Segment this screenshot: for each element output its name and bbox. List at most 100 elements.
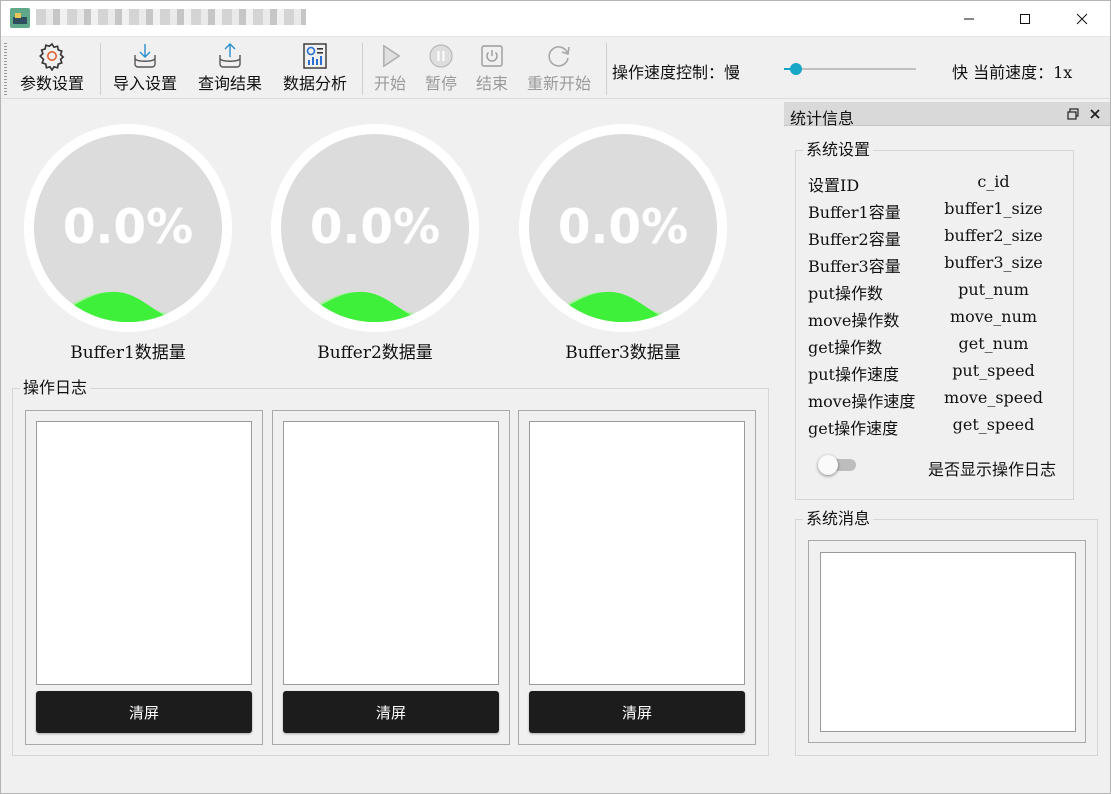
stats-dock-title: 统计信息 [790,109,855,128]
system-settings-title: 系统设置 [803,141,874,159]
buffer1-label: Buffer1数据量 [70,343,186,363]
settings-button[interactable]: 参数设置 [20,41,84,97]
clear-log-button-3[interactable]: 清屏 [529,691,745,733]
buffer2-percent: 0.0% [309,200,441,255]
speed-slider-handle[interactable] [790,63,802,75]
stat-row: move操作速度 move_speed [808,388,1078,412]
toolbar-grip[interactable] [4,43,7,95]
close-button[interactable] [1053,0,1111,37]
stat-row: put操作速度 put_speed [808,361,1078,385]
stat-row: move操作数 move_num [808,307,1078,331]
stat-row: get操作数 get_num [808,334,1078,358]
minimize-button[interactable] [940,0,998,37]
stat-value: c_id [977,172,1010,191]
toolbar: 参数设置 导入设置 查询结果 数据分析 开始 暂停 结束 重新开始 操作速度控制… [0,37,1111,99]
stat-value: move_speed [944,388,1043,407]
log-textbox-2[interactable] [283,421,499,685]
stat-value: put_speed [952,361,1035,380]
stat-key: move操作数 [808,311,900,330]
operation-log-title: 操作日志 [20,379,91,397]
import-settings-button[interactable]: 导入设置 [113,41,177,97]
restart-icon [548,46,570,67]
stat-row: Buffer1容量 buffer1_size [808,199,1078,223]
pause-label: 暂停 [425,74,458,93]
start-button[interactable]: 开始 [374,41,406,97]
speed-slider[interactable] [784,63,916,75]
maximize-icon [1020,13,1030,24]
stat-value: move_num [949,307,1038,326]
end-button[interactable]: 结束 [476,41,508,97]
clear-log-button-1[interactable]: 清屏 [36,691,252,733]
stat-row: Buffer2容量 buffer2_size [808,226,1078,250]
window-title [36,9,306,25]
stat-key: move操作速度 [808,392,916,411]
query-results-button[interactable]: 查询结果 [198,41,262,97]
analytics-icon [303,43,327,69]
clear-log-button-2[interactable]: 清屏 [283,691,499,733]
log-panel-2: 清屏 [272,410,510,745]
stat-key: Buffer3容量 [808,257,901,276]
pause-button[interactable]: 暂停 [425,41,457,97]
stat-key: put操作速度 [808,365,899,384]
system-messages-title: 系统消息 [803,510,874,528]
stat-value: get_num [958,334,1029,353]
speed-control-label: 操作速度控制：慢 [612,63,741,82]
buffer1-gauge: 0.0% Buffer1数据量 [22,122,234,363]
log-panel-1: 清屏 [25,410,263,745]
buffer1-percent: 0.0% [62,200,194,255]
stat-value: get_speed [952,415,1035,434]
stat-key: get操作数 [808,338,883,357]
buffer2-gauge: 0.0% Buffer2数据量 [269,122,481,363]
play-icon [383,44,401,68]
stat-value: buffer2_size [944,226,1043,245]
pause-icon [429,44,453,68]
stat-row: get操作速度 get_speed [808,415,1078,439]
stat-key: put操作数 [808,284,883,303]
system-messages-textbox[interactable] [820,552,1076,732]
toolbar-separator [362,43,363,95]
toolbar-separator [606,43,607,95]
dock-close-icon[interactable] [1087,106,1103,122]
stat-row: put操作数 put_num [808,280,1078,304]
import-settings-label: 导入设置 [113,74,178,93]
stat-key: Buffer1容量 [808,203,901,222]
stat-value: buffer3_size [944,253,1043,272]
gear-icon [39,42,65,71]
buffer2-label: Buffer2数据量 [317,343,433,363]
restart-button[interactable]: 重新开始 [527,41,591,97]
stat-value: buffer1_size [944,199,1043,218]
stat-value: put_num [958,280,1029,299]
import-icon [134,44,156,68]
settings-button-label: 参数设置 [20,74,85,93]
app-icon [10,8,30,28]
buffer3-percent: 0.0% [557,200,689,255]
export-icon [219,43,241,68]
stop-icon [481,45,503,67]
log-textbox-3[interactable] [529,421,745,685]
stats-dock-titlebar[interactable]: 统计信息 [784,102,1111,128]
toolbar-separator [100,43,101,95]
close-icon [1076,13,1088,24]
stat-key: 设置ID [808,176,860,195]
float-window-icon[interactable] [1066,107,1080,121]
current-speed-label: 快 当前速度：1x [952,63,1073,82]
restart-label: 重新开始 [527,74,592,93]
show-log-toggle[interactable] [818,455,858,475]
stat-row: Buffer3容量 buffer3_size [808,253,1078,277]
log-panel-3: 清屏 [518,410,756,745]
minimize-icon [964,18,974,19]
maximize-button[interactable] [996,0,1054,37]
log-textbox-1[interactable] [36,421,252,685]
title-bar [0,0,1111,37]
stat-row: 设置ID c_id [808,172,1078,196]
data-analysis-button[interactable]: 数据分析 [283,41,347,97]
stat-key: get操作速度 [808,419,899,438]
buffer3-label: Buffer3数据量 [565,343,681,363]
data-analysis-label: 数据分析 [283,74,348,93]
system-messages-frame [808,540,1086,743]
toggle-thumb [818,455,838,475]
query-results-label: 查询结果 [198,74,263,93]
end-label: 结束 [476,74,509,93]
start-label: 开始 [374,74,407,93]
show-log-toggle-label: 是否显示操作日志 [928,460,1057,479]
